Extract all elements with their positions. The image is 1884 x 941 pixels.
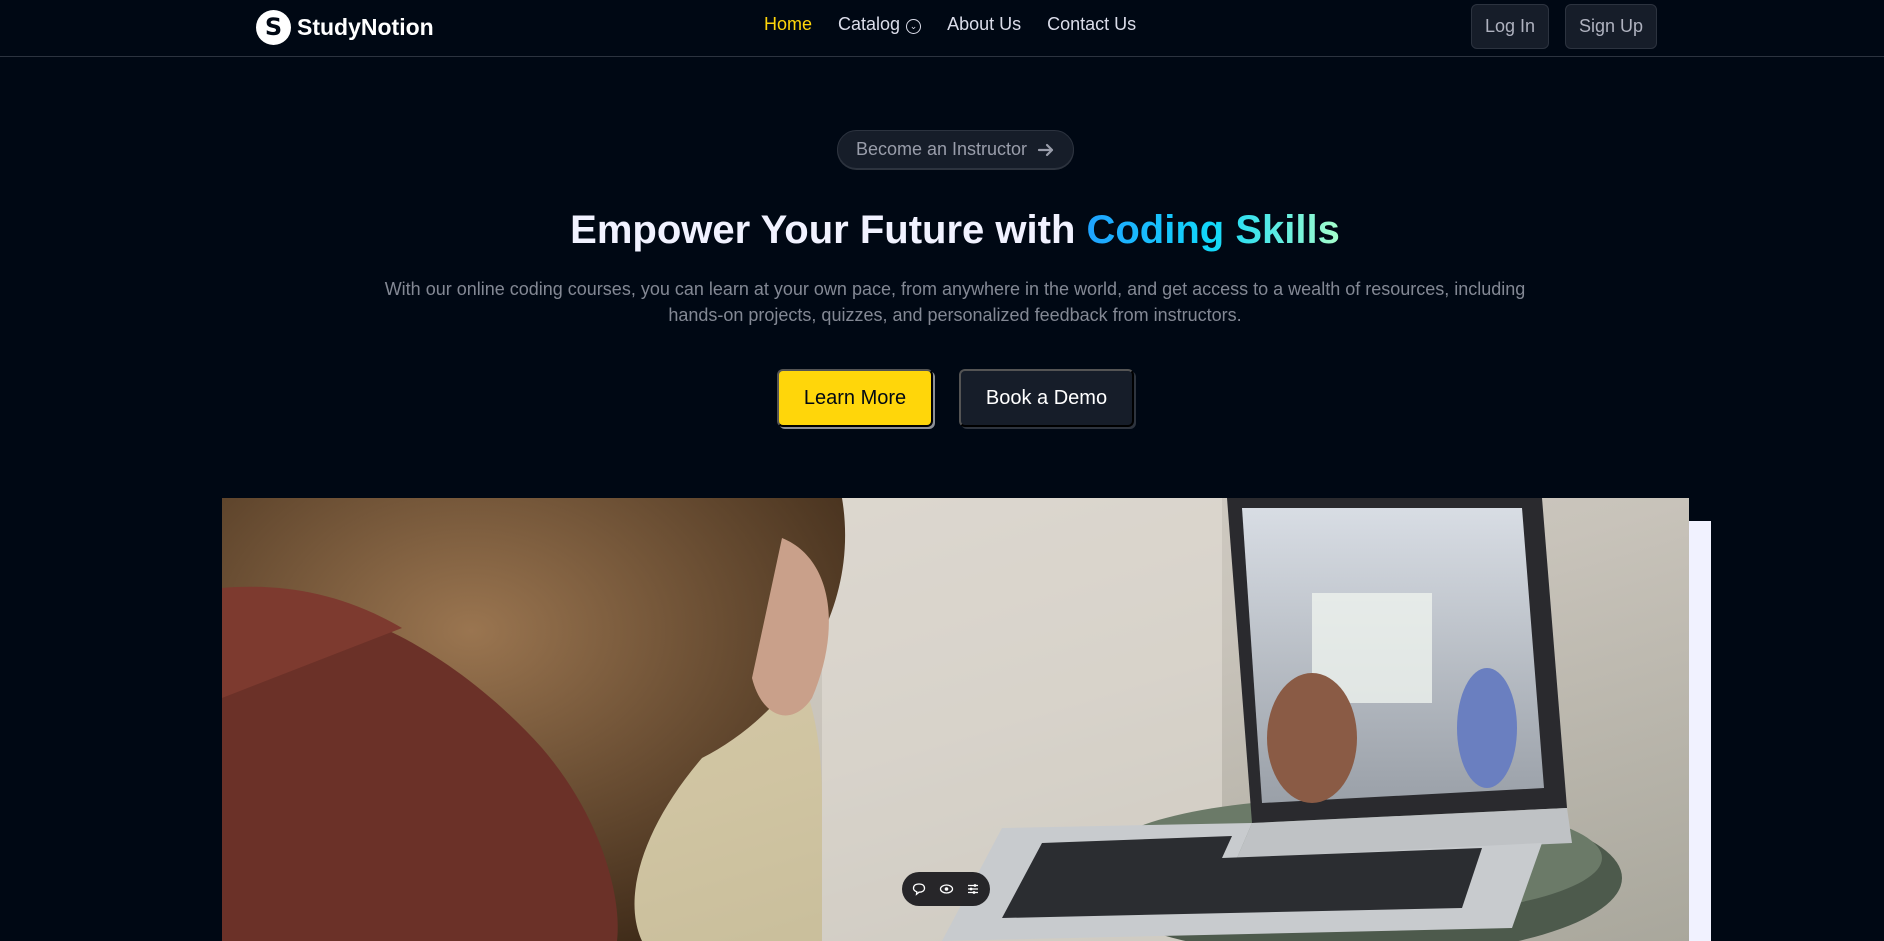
- settings-sliders-icon[interactable]: [963, 879, 983, 899]
- nav-contact-link[interactable]: Contact Us: [1047, 14, 1136, 35]
- brand-name: StudyNotion: [297, 13, 434, 40]
- signup-button[interactable]: Sign Up: [1565, 4, 1658, 49]
- login-button[interactable]: Log In: [1471, 4, 1550, 49]
- chat-icon[interactable]: [909, 879, 929, 899]
- headline-prefix: Empower Your Future with: [570, 208, 1087, 252]
- nav-about-link[interactable]: About Us: [947, 14, 1021, 35]
- brand-logo[interactable]: S StudyNotion: [256, 9, 434, 45]
- nav-catalog-link[interactable]: Catalog ⌄: [838, 14, 922, 35]
- video-backdrop: [1689, 521, 1711, 941]
- nav-catalog-label: Catalog: [838, 14, 901, 34]
- hero-description: With our online coding courses, you can …: [384, 279, 1526, 325]
- video-controls: [902, 872, 990, 906]
- learn-more-button[interactable]: Learn More: [777, 369, 933, 427]
- eye-icon[interactable]: [936, 879, 956, 899]
- logo-icon: S: [256, 9, 291, 45]
- chevron-down-icon: ⌄: [906, 18, 922, 34]
- nav-home-link[interactable]: Home: [764, 14, 812, 35]
- navbar: S StudyNotion Home Catalog ⌄ About Us Co…: [0, 0, 1884, 57]
- become-instructor-label: Become an Instructor: [855, 139, 1028, 159]
- book-demo-button[interactable]: Book a Demo: [959, 369, 1134, 427]
- hero-headline: Empower Your Future with Coding Skills: [0, 208, 1884, 253]
- become-instructor-button[interactable]: Become an Instructor: [837, 130, 1074, 169]
- headline-highlight: Coding Skills: [1086, 208, 1340, 252]
- arrow-right-icon: [1037, 143, 1054, 156]
- main-nav: Home Catalog ⌄ About Us Contact Us: [764, 14, 1136, 35]
